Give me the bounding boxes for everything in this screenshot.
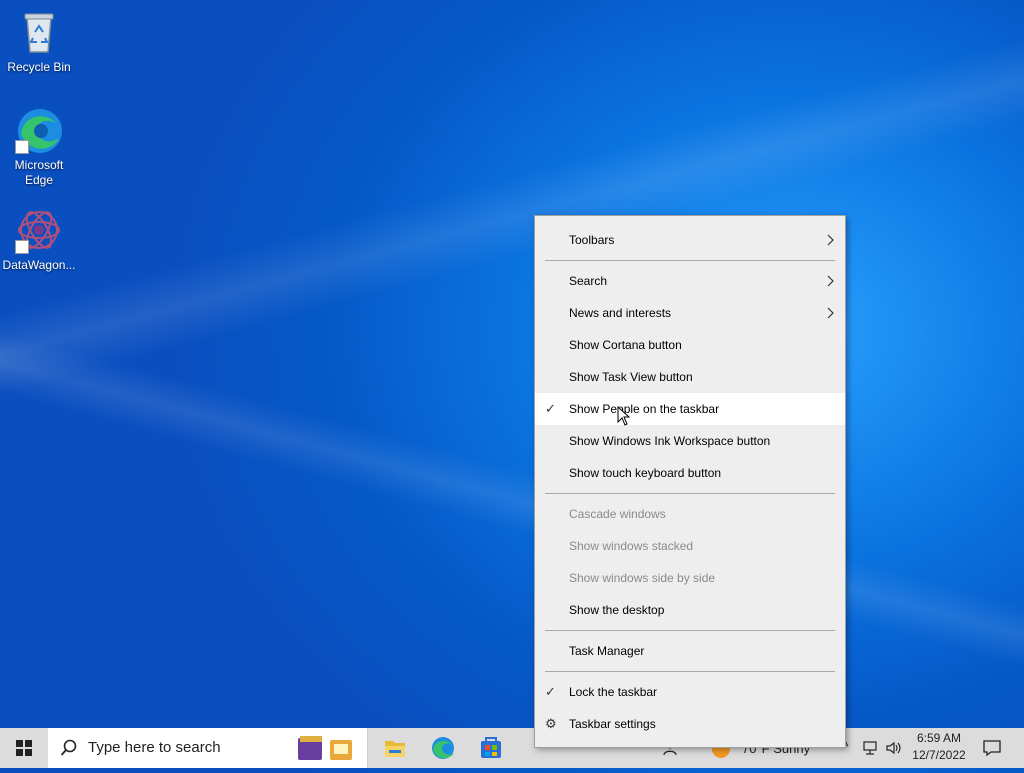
taskbar-file-explorer[interactable] — [372, 728, 418, 768]
volume-icon[interactable] — [885, 740, 903, 756]
edge-icon — [15, 106, 63, 154]
search-highlight-icon — [298, 736, 352, 760]
taskbar-context-menu: Toolbars Search News and interests Show … — [534, 215, 846, 748]
menu-separator — [545, 671, 835, 672]
desktop-icon-label: Recycle Bin — [7, 60, 71, 74]
menu-item-show-the-desktop[interactable]: Show the desktop — [535, 594, 845, 626]
menu-item-taskbar-settings[interactable]: ⚙ Taskbar settings — [535, 708, 845, 740]
menu-item-lock-the-taskbar[interactable]: ✓ Lock the taskbar — [535, 676, 845, 708]
desktop-icon-label: Microsoft Edge — [14, 158, 64, 187]
taskbar-edge[interactable] — [420, 728, 466, 768]
notifications-icon[interactable] — [982, 739, 1002, 757]
checkmark-icon: ✓ — [545, 401, 556, 416]
taskbar-store[interactable] — [468, 728, 514, 768]
menu-item-toolbars[interactable]: Toolbars — [535, 224, 845, 256]
menu-item-news-and-interests[interactable]: News and interests — [535, 297, 845, 329]
menu-item-show-windows-ink[interactable]: Show Windows Ink Workspace button — [535, 425, 845, 457]
edge-icon — [432, 737, 454, 759]
menu-item-show-touch-keyboard[interactable]: Show touch keyboard button — [535, 457, 845, 489]
windows-logo-icon — [16, 740, 32, 756]
menu-separator — [545, 493, 835, 494]
menu-separator — [545, 260, 835, 261]
menu-item-show-windows-side-by-side: Show windows side by side — [569, 571, 716, 585]
chevron-right-icon — [827, 275, 834, 287]
wallpaper-light — [0, 0, 1024, 768]
menu-separator — [545, 630, 835, 631]
menu-item-cascade-windows: Cascade windows — [569, 507, 666, 521]
store-icon — [481, 737, 501, 758]
mouse-cursor-icon — [617, 406, 631, 426]
clock-time: 6:59 AM — [916, 731, 962, 745]
start-button[interactable] — [0, 728, 48, 768]
recycle-bin-icon — [15, 8, 63, 56]
datawagon-icon — [15, 206, 63, 254]
gear-icon: ⚙ — [545, 716, 557, 731]
desktop-icon-datawagon[interactable]: DataWagon... — [1, 206, 77, 273]
clock[interactable]: 6:59 AM 12/7/2022 — [908, 731, 970, 762]
desktop-icon-label: DataWagon... — [2, 258, 76, 272]
desktop-icon-edge[interactable]: Microsoft Edge — [1, 106, 77, 188]
search-placeholder: Type here to search — [88, 739, 221, 756]
menu-item-show-task-view-button[interactable]: Show Task View button — [535, 361, 845, 393]
clock-date: 12/7/2022 — [912, 748, 966, 762]
menu-item-show-windows-stacked: Show windows stacked — [569, 539, 694, 553]
taskbar-search-box[interactable]: Type here to search — [48, 728, 368, 768]
menu-item-task-manager[interactable]: Task Manager — [535, 635, 845, 667]
chevron-right-icon — [827, 234, 834, 246]
shortcut-arrow-icon — [15, 240, 29, 254]
chevron-right-icon — [827, 307, 834, 319]
taskbar: Type here to search 70°F Sunny 6:59 AM 1… — [0, 728, 1024, 768]
menu-item-search[interactable]: Search — [535, 265, 845, 297]
desktop-icon-recycle-bin[interactable]: Recycle Bin — [1, 8, 77, 75]
file-explorer-icon — [385, 741, 405, 757]
network-icon[interactable] — [862, 740, 880, 756]
menu-item-show-people[interactable]: ✓ Show People on the taskbar — [535, 393, 845, 426]
search-icon — [60, 739, 77, 756]
menu-item-show-cortana-button[interactable]: Show Cortana button — [535, 329, 845, 361]
checkmark-icon: ✓ — [545, 684, 556, 699]
shortcut-arrow-icon — [15, 140, 29, 154]
